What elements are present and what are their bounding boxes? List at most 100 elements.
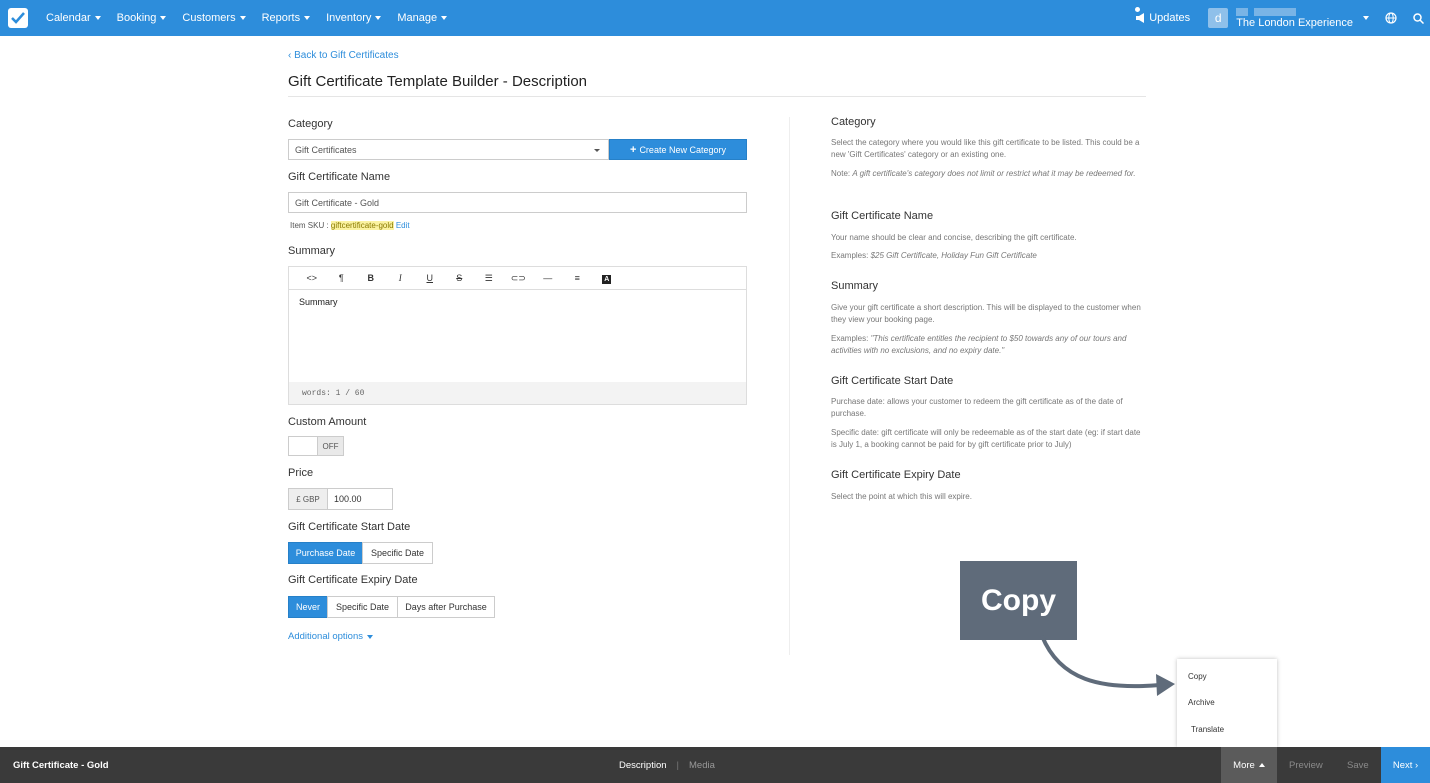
nav-manage[interactable]: Manage bbox=[397, 12, 448, 24]
more-dropdown-menu: Copy Archive Translate bbox=[1177, 659, 1277, 747]
bottom-tabs: Description | Media bbox=[619, 760, 715, 771]
help-summary-examples-text: "This certificate entitles the recipient… bbox=[831, 334, 1127, 355]
start-purchase-date-button[interactable]: Purchase Date bbox=[288, 542, 363, 564]
summary-text[interactable]: Summary bbox=[299, 297, 338, 307]
chevron-up-icon bbox=[1258, 763, 1265, 767]
list-icon[interactable]: ☰ bbox=[474, 273, 504, 284]
italic-icon[interactable]: I bbox=[386, 273, 416, 283]
help-name-text: Your name should be clear and concise, d… bbox=[831, 233, 1077, 242]
nav-customers-label: Customers bbox=[182, 12, 236, 24]
category-label: Category bbox=[288, 118, 333, 130]
summary-editor[interactable]: <> ¶ B I U S ☰ ⊂⊃ — ≡ A Summary words: 1… bbox=[288, 266, 747, 405]
expiry-days-after-purchase-button[interactable]: Days after Purchase bbox=[397, 596, 495, 618]
menu-item-translate[interactable]: Translate bbox=[1191, 725, 1224, 734]
nav-inventory[interactable]: Inventory bbox=[326, 12, 382, 24]
nav-booking[interactable]: Booking bbox=[117, 12, 167, 24]
help-category-heading: Category bbox=[831, 116, 876, 128]
help-summary-examples-prefix: Examples: bbox=[831, 334, 871, 343]
account-name: The London Experience bbox=[1236, 16, 1353, 29]
custom-amount-label: Custom Amount bbox=[288, 416, 367, 428]
chevron-down-icon bbox=[239, 16, 246, 20]
price-input[interactable]: 100.00 bbox=[328, 489, 392, 509]
plus-icon: + bbox=[630, 143, 637, 156]
tab-separator: | bbox=[676, 760, 679, 771]
additional-options-link[interactable]: Additional options bbox=[288, 631, 373, 642]
sku-line: Item SKU : giftcertificate-gold Edit bbox=[290, 221, 410, 230]
nav-inventory-label: Inventory bbox=[326, 12, 372, 24]
help-start-heading: Gift Certificate Start Date bbox=[831, 375, 954, 387]
more-label: More bbox=[1233, 759, 1255, 771]
help-category-note-text: A gift certificate's category does not l… bbox=[852, 169, 1136, 178]
summary-label: Summary bbox=[288, 245, 336, 257]
tab-description[interactable]: Description bbox=[619, 760, 667, 771]
top-nav: Calendar Booking Customers Reports Inven… bbox=[0, 0, 1430, 36]
title-divider bbox=[288, 96, 1146, 97]
expiry-specific-date-button[interactable]: Specific Date bbox=[327, 596, 398, 618]
chevron-down-icon bbox=[304, 16, 311, 20]
menu-item-archive[interactable]: Archive bbox=[1188, 698, 1215, 707]
name-input[interactable]: Gift Certificate - Gold bbox=[288, 192, 747, 213]
help-category-note: Note: A gift certificate's category does… bbox=[831, 168, 1147, 180]
link-icon[interactable]: ⊂⊃ bbox=[504, 273, 534, 284]
underline-icon[interactable]: U bbox=[415, 273, 445, 283]
nav-calendar[interactable]: Calendar bbox=[46, 12, 101, 24]
expiry-date-group: Never Specific Date Days after Purchase bbox=[288, 596, 495, 618]
next-button[interactable]: Next › bbox=[1381, 747, 1430, 783]
preview-button[interactable]: Preview bbox=[1289, 760, 1323, 771]
start-date-group: Purchase Date Specific Date bbox=[288, 542, 433, 564]
more-button[interactable]: More bbox=[1221, 747, 1277, 783]
nav-customers[interactable]: Customers bbox=[182, 12, 246, 24]
help-name-examples: Examples: $25 Gift Certificate, Holiday … bbox=[831, 250, 1147, 262]
hr-icon[interactable]: — bbox=[533, 273, 563, 283]
avatar[interactable]: d bbox=[1208, 8, 1229, 28]
redacted-username bbox=[1236, 7, 1297, 16]
price-currency: £ GBP bbox=[289, 489, 328, 509]
nav-booking-label: Booking bbox=[116, 12, 157, 24]
chevron-down-icon bbox=[367, 634, 373, 639]
chevron-down-icon bbox=[375, 16, 382, 20]
help-summary-heading: Summary bbox=[831, 280, 879, 292]
expiry-date-label: Gift Certificate Expiry Date bbox=[288, 574, 418, 586]
menu-item-copy[interactable]: Copy bbox=[1188, 672, 1207, 681]
nav-calendar-label: Calendar bbox=[46, 12, 91, 24]
sku-edit-link[interactable]: Edit bbox=[396, 221, 410, 230]
tab-media[interactable]: Media bbox=[689, 760, 715, 771]
create-category-button[interactable]: + Create New Category bbox=[609, 139, 747, 160]
help-name-examples-text: $25 Gift Certificate, Holiday Fun Gift C… bbox=[870, 251, 1037, 260]
category-select[interactable]: Gift Certificates bbox=[288, 139, 609, 160]
back-link[interactable]: ‹ Back to Gift Certificates bbox=[288, 50, 399, 61]
custom-amount-toggle[interactable]: OFF bbox=[288, 436, 344, 456]
bold-icon[interactable]: B bbox=[356, 273, 386, 283]
chevron-down-icon[interactable] bbox=[1363, 16, 1369, 20]
chevron-down-icon bbox=[441, 16, 448, 20]
nav-reports[interactable]: Reports bbox=[262, 12, 311, 24]
callout-arrow-icon bbox=[1040, 635, 1175, 696]
strikethrough-icon[interactable]: S bbox=[445, 273, 475, 283]
globe-icon[interactable] bbox=[1385, 12, 1397, 24]
chevron-down-icon bbox=[594, 149, 600, 152]
start-specific-date-button[interactable]: Specific Date bbox=[362, 542, 433, 564]
search-icon[interactable] bbox=[1413, 12, 1424, 24]
start-date-label: Gift Certificate Start Date bbox=[288, 521, 411, 533]
color-icon[interactable]: A bbox=[592, 273, 622, 284]
help-summary-examples: Examples: "This certificate entitles the… bbox=[831, 333, 1147, 357]
sku-prefix: Item SKU : bbox=[290, 221, 331, 230]
align-icon[interactable]: ≡ bbox=[563, 273, 593, 283]
checkmark-logo-icon[interactable] bbox=[8, 8, 28, 28]
chevron-down-icon bbox=[94, 16, 101, 20]
paragraph-icon[interactable]: ¶ bbox=[327, 273, 357, 283]
create-category-label: Create New Category bbox=[639, 144, 726, 155]
help-category-note-prefix: Note: bbox=[831, 169, 853, 178]
save-button[interactable]: Save bbox=[1347, 760, 1369, 771]
expiry-never-button[interactable]: Never bbox=[288, 596, 328, 618]
updates-label: Updates bbox=[1149, 12, 1191, 24]
column-divider bbox=[789, 117, 790, 655]
nav-right: Updates d The London Experience bbox=[1135, 0, 1430, 36]
code-icon[interactable]: <> bbox=[297, 273, 327, 283]
account-menu[interactable]: The London Experience bbox=[1236, 7, 1353, 29]
megaphone-icon bbox=[1136, 13, 1145, 23]
editor-toolbar: <> ¶ B I U S ☰ ⊂⊃ — ≡ A bbox=[289, 267, 746, 290]
nav-reports-label: Reports bbox=[261, 12, 301, 24]
updates-button[interactable]: Updates bbox=[1135, 7, 1191, 24]
help-name-examples-prefix: Examples: bbox=[831, 251, 871, 260]
